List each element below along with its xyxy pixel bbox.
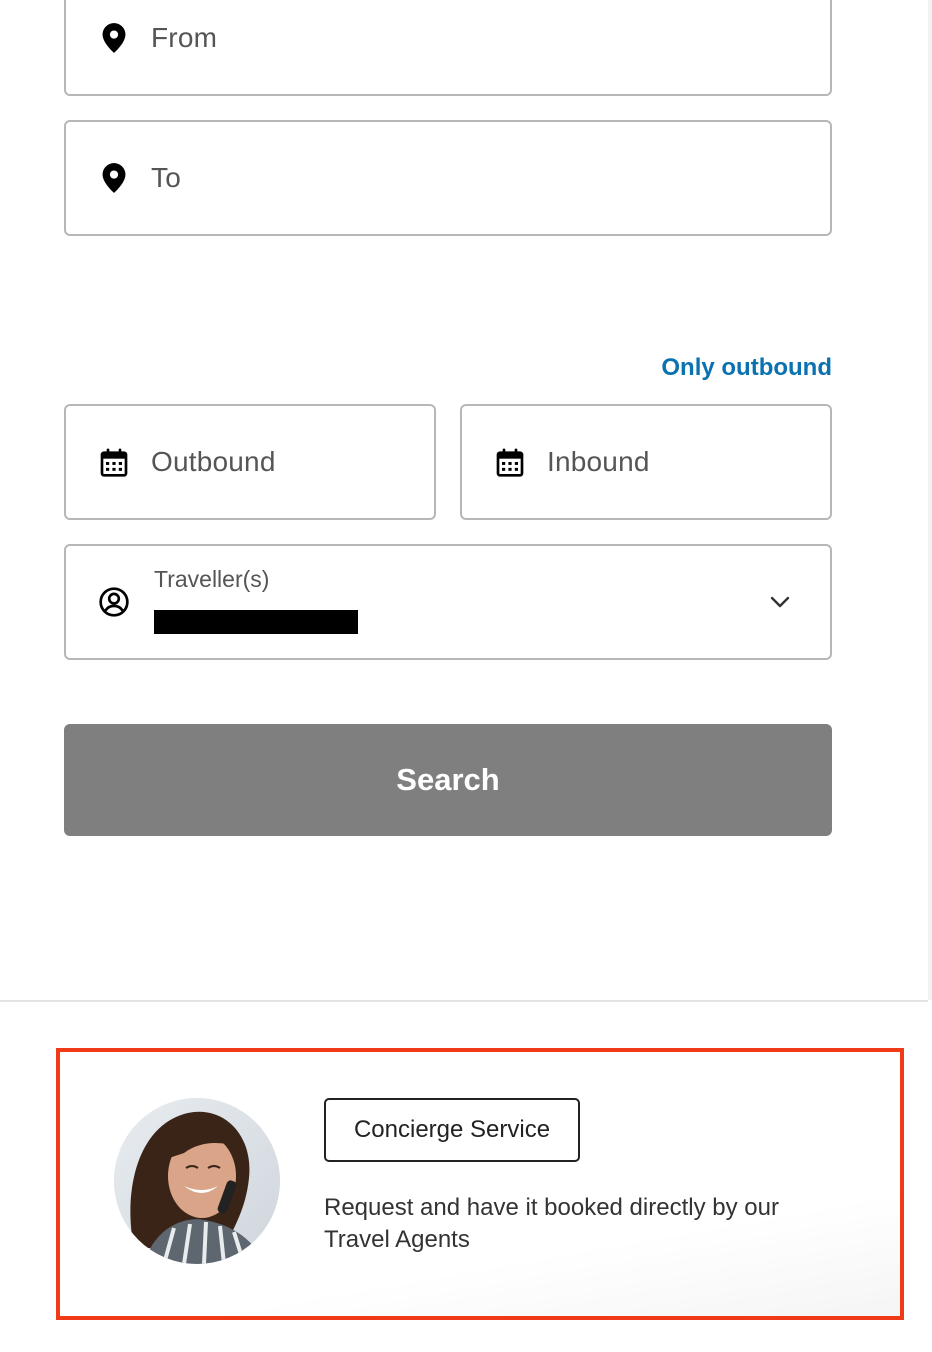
agent-avatar [114,1098,280,1264]
traveller-label: Traveller(s) [154,566,270,592]
calendar-icon [98,446,130,478]
traveller-select[interactable]: Traveller(s) [64,544,832,660]
map-pin-icon [98,22,130,54]
concierge-service-button[interactable]: Concierge Service [324,1098,580,1162]
traveller-value-redacted [154,610,358,634]
outbound-date-field[interactable]: Outbound [64,404,436,520]
page-edge [928,0,932,1000]
only-outbound-link[interactable]: Only outbound [661,354,832,382]
inbound-date-field[interactable]: Inbound [460,404,832,520]
to-placeholder: To [151,162,181,193]
section-divider [0,1000,928,1002]
concierge-description: Request and have it booked directly by o… [324,1194,779,1253]
concierge-promo: Concierge Service Request and have it bo… [56,1048,904,1320]
calendar-icon [494,446,526,478]
user-circle-icon [98,586,130,618]
chevron-down-icon[interactable] [766,588,794,616]
from-placeholder: From [151,22,218,53]
search-button[interactable]: Search [64,724,832,836]
flight-search-page: From To Only outbound Outbound Inbound T… [0,0,932,1352]
map-pin-icon [98,162,130,194]
inbound-placeholder: Inbound [547,446,650,477]
to-field[interactable]: To [64,120,832,236]
outbound-placeholder: Outbound [151,446,276,477]
from-field[interactable]: From [64,0,832,96]
